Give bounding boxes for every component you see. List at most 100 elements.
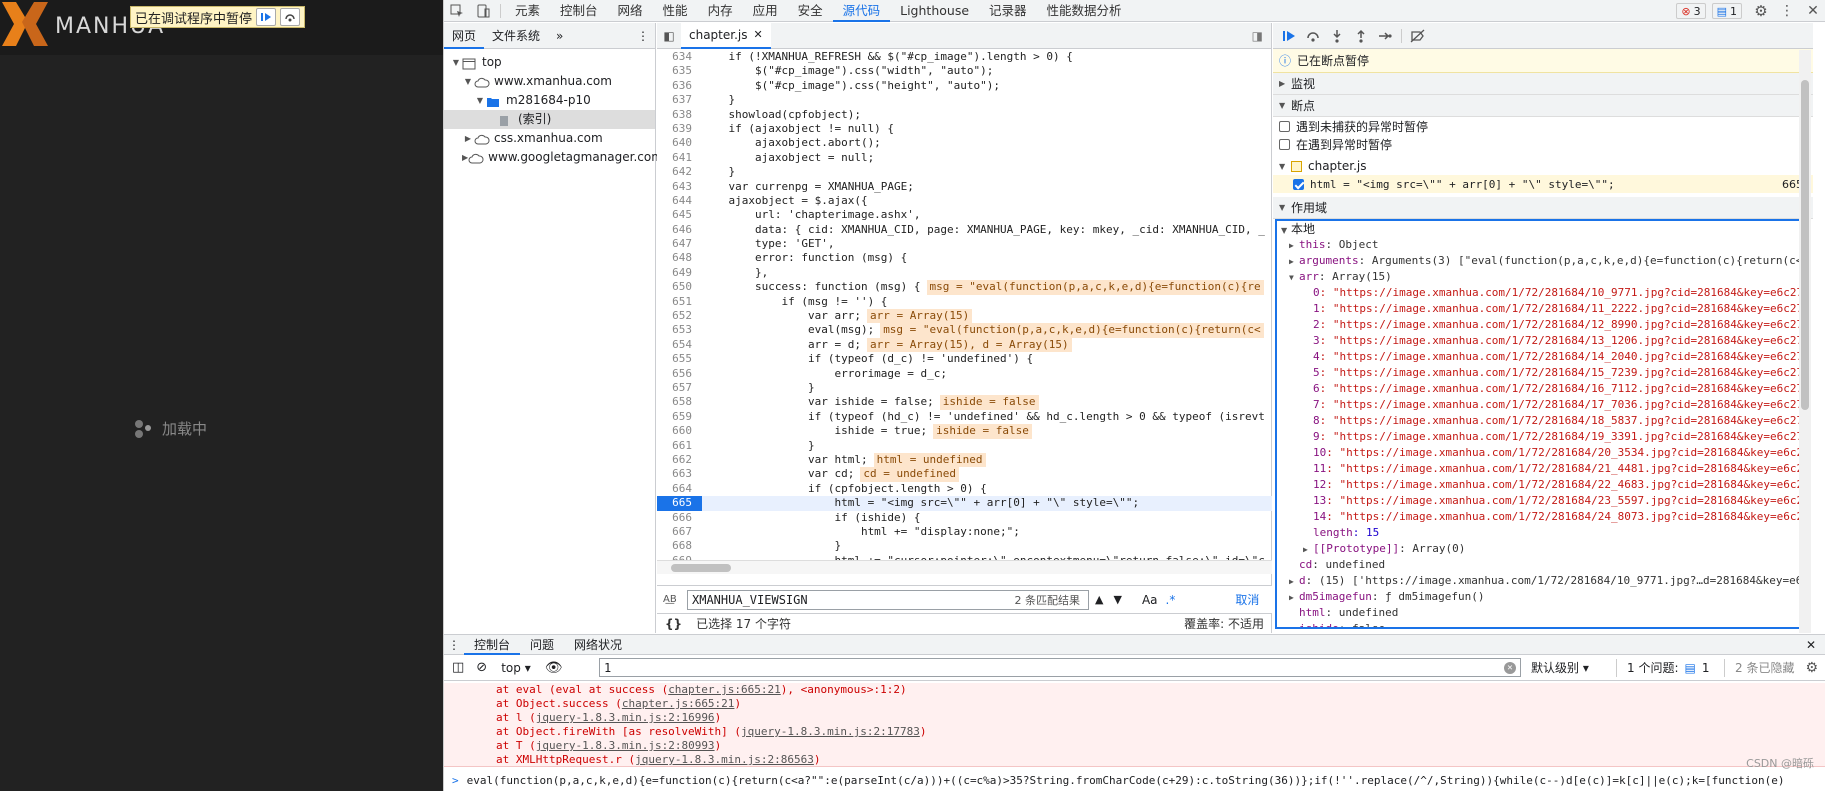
file-tab-chapter-js[interactable]: chapter.js ✕ <box>681 22 771 49</box>
scope-variable[interactable]: ▶ dm5imagefun: ƒ dm5imagefun() <box>1277 589 1809 605</box>
scope-variable[interactable]: ▶ this: Object <box>1277 237 1809 253</box>
tree-twisty-icon[interactable]: ▼ <box>450 53 462 72</box>
tree-item[interactable]: ▼ www.xmanhua.com <box>444 72 655 91</box>
scope-variable[interactable]: ▼ arr: Array(15) <box>1277 269 1809 285</box>
code-line[interactable]: 647 type: 'GET', <box>657 237 1272 251</box>
scope-variable[interactable]: ▶ arguments: Arguments(3) ["eval(function… <box>1277 253 1809 269</box>
code-line[interactable]: 638 showload(cpfobject); <box>657 108 1272 122</box>
navigator-menu-button[interactable]: ⋮ <box>637 29 649 43</box>
code-line[interactable]: 656 errorimage = d_c; <box>657 367 1272 381</box>
tree-twisty-icon[interactable]: ▼ <box>474 91 486 110</box>
line-number[interactable]: 653 <box>657 323 702 337</box>
devtools-tab[interactable]: 记录器 <box>979 0 1037 22</box>
code-line[interactable]: 666 if (ishide) { <box>657 511 1272 525</box>
line-number[interactable]: 648 <box>657 251 702 265</box>
scrollbar-thumb[interactable] <box>1801 80 1809 410</box>
line-number[interactable]: 651 <box>657 295 702 309</box>
cancel-search-button[interactable]: 取消 <box>1235 591 1259 608</box>
scope-variable[interactable]: 1: "https://image.xmanhua.com/1/72/28168… <box>1277 301 1809 317</box>
code-line[interactable]: 664 if (cpfobject.length > 0) { <box>657 482 1272 496</box>
line-number[interactable]: 656 <box>657 367 702 381</box>
tree-item[interactable]: ▼ m281684-p10 <box>444 91 655 110</box>
code-line[interactable]: 645 url: 'chapterimage.ashx', <box>657 208 1272 222</box>
step-over-button[interactable] <box>280 8 301 26</box>
code-line[interactable]: 668 } <box>657 539 1272 553</box>
tree-twisty-icon[interactable]: ▶ <box>462 129 474 148</box>
drawer-menu-button[interactable]: ⋮ <box>444 638 464 652</box>
search-input[interactable]: XMANHUA_VIEWSIGN 2 条匹配结果 <box>687 589 1089 610</box>
line-number[interactable]: 644 <box>657 194 702 208</box>
line-number[interactable]: 636 <box>657 79 702 93</box>
tab-page[interactable]: 网页 <box>444 23 485 49</box>
tree-twisty-icon[interactable]: ▼ <box>462 72 474 91</box>
resume-button[interactable] <box>1277 25 1301 47</box>
horizontal-scrollbar[interactable] <box>657 560 1272 574</box>
settings-button[interactable]: ⚙ <box>1748 0 1774 22</box>
pause-caught-row[interactable]: 在遇到异常时暂停 <box>1273 135 1813 153</box>
line-number[interactable]: 641 <box>657 151 702 165</box>
devtools-tab[interactable]: 性能数据分析 <box>1037 0 1132 22</box>
tree-item[interactable]: ▼ top <box>444 53 655 72</box>
code-line[interactable]: 658 var ishide = false; ishide = false <box>657 395 1272 410</box>
line-number[interactable]: 646 <box>657 223 702 237</box>
regex-button[interactable]: .* <box>1166 593 1176 607</box>
console-prompt[interactable]: > eval(function(p,a,c,k,e,d){e=function(… <box>444 768 1825 791</box>
scope-variable[interactable]: html: undefined <box>1277 605 1809 621</box>
code-line[interactable]: 654 arr = d; arr = Array(15), d = Array(1… <box>657 337 1272 353</box>
source-link[interactable]: jquery-1.8.3.min.js:2:80993 <box>536 739 715 752</box>
scope-variable[interactable]: 2: "https://image.xmanhua.com/1/72/28168… <box>1277 317 1809 333</box>
line-number[interactable]: 637 <box>657 93 702 107</box>
line-number[interactable]: 665 <box>657 496 702 511</box>
breakpoint-item[interactable]: html = "<img src=\"" + arr[0] + "\" styl… <box>1273 175 1813 193</box>
close-drawer-button[interactable]: ✕ <box>1806 638 1816 652</box>
line-number[interactable]: 659 <box>657 410 702 424</box>
tree-item[interactable]: ▶ css.xmanhua.com <box>444 129 655 148</box>
code-line[interactable]: 646 data: { cid: XMANHUA_CID, page: XMAN… <box>657 223 1272 237</box>
more-tabs-button[interactable]: » <box>548 23 571 49</box>
message-count-badge[interactable]: ▤ 1 <box>1711 3 1742 19</box>
code-line[interactable]: 634 if (!XMANHUA_REFRESH && $("#cp_image… <box>657 50 1272 64</box>
step-out-button[interactable] <box>1349 25 1373 47</box>
line-number[interactable]: 668 <box>657 539 702 553</box>
tree-item[interactable]: (索引) <box>444 110 655 129</box>
devtools-tab[interactable]: 内存 <box>698 0 743 22</box>
console-settings-button[interactable]: ⚙ <box>1805 660 1818 676</box>
scope-variable[interactable]: length: 15 <box>1277 525 1809 541</box>
code-line[interactable]: 660 ishide = true; ishide = false <box>657 424 1272 439</box>
line-number[interactable]: 660 <box>657 424 702 438</box>
scope-variable[interactable]: 13: "https://image.xmanhua.com/1/72/2816… <box>1277 493 1809 509</box>
code-line[interactable]: 663 var cd; cd = undefined <box>657 467 1272 482</box>
source-link[interactable]: chapter.js:665:21 <box>668 683 781 696</box>
scope-variable[interactable]: 9: "https://image.xmanhua.com/1/72/28168… <box>1277 429 1809 445</box>
scrollbar-thumb[interactable] <box>671 564 731 572</box>
device-toolbar-button[interactable] <box>470 0 496 22</box>
line-number[interactable]: 639 <box>657 122 702 136</box>
code-line[interactable]: 637 } <box>657 93 1272 107</box>
line-number[interactable]: 643 <box>657 180 702 194</box>
close-tab-icon[interactable]: ✕ <box>754 22 763 48</box>
watch-section-header[interactable]: ▶ 监视 <box>1273 73 1813 95</box>
code-line[interactable]: 659 if (typeof (hd_c) != 'undefined' && … <box>657 410 1272 424</box>
code-line[interactable]: 648 error: function (msg) { <box>657 251 1272 265</box>
step-into-button[interactable] <box>1325 25 1349 47</box>
source-link[interactable]: chapter.js:665:21 <box>622 697 735 710</box>
devtools-tab[interactable]: 性能 <box>653 0 698 22</box>
breakpoint-file-header[interactable]: ▼ chapter.js <box>1273 157 1813 175</box>
code-view[interactable]: 634 if (!XMANHUA_REFRESH && $("#cp_image… <box>657 50 1272 570</box>
close-devtools-button[interactable]: ✕ <box>1800 0 1825 22</box>
scope-variable[interactable]: 7: "https://image.xmanhua.com/1/72/28168… <box>1277 397 1809 413</box>
breakpoint-checkbox[interactable] <box>1293 178 1304 190</box>
code-line[interactable]: 641 ajaxobject = null; <box>657 151 1272 165</box>
devtools-tab[interactable]: 应用 <box>743 0 788 22</box>
scope-variable[interactable]: 4: "https://image.xmanhua.com/1/72/28168… <box>1277 349 1809 365</box>
clear-filter-icon[interactable]: ✕ <box>1504 661 1516 674</box>
clear-console-button[interactable]: ⊘ <box>476 660 487 675</box>
scope-section-header[interactable]: ▼ 作用域 <box>1273 197 1813 219</box>
previous-match-button[interactable]: ▲ <box>1095 593 1103 606</box>
step-over-button[interactable] <box>1301 25 1325 47</box>
expand-arrow-icon[interactable]: ▶ <box>1289 238 1299 254</box>
pause-uncaught-row[interactable]: 遇到未捕获的异常时暂停 <box>1273 117 1813 135</box>
code-line[interactable]: 644 ajaxobject = $.ajax({ <box>657 194 1272 208</box>
scope-variable[interactable]: 6: "https://image.xmanhua.com/1/72/28168… <box>1277 381 1809 397</box>
code-line[interactable]: 636 $("#cp_image").css("height", "auto")… <box>657 79 1272 93</box>
